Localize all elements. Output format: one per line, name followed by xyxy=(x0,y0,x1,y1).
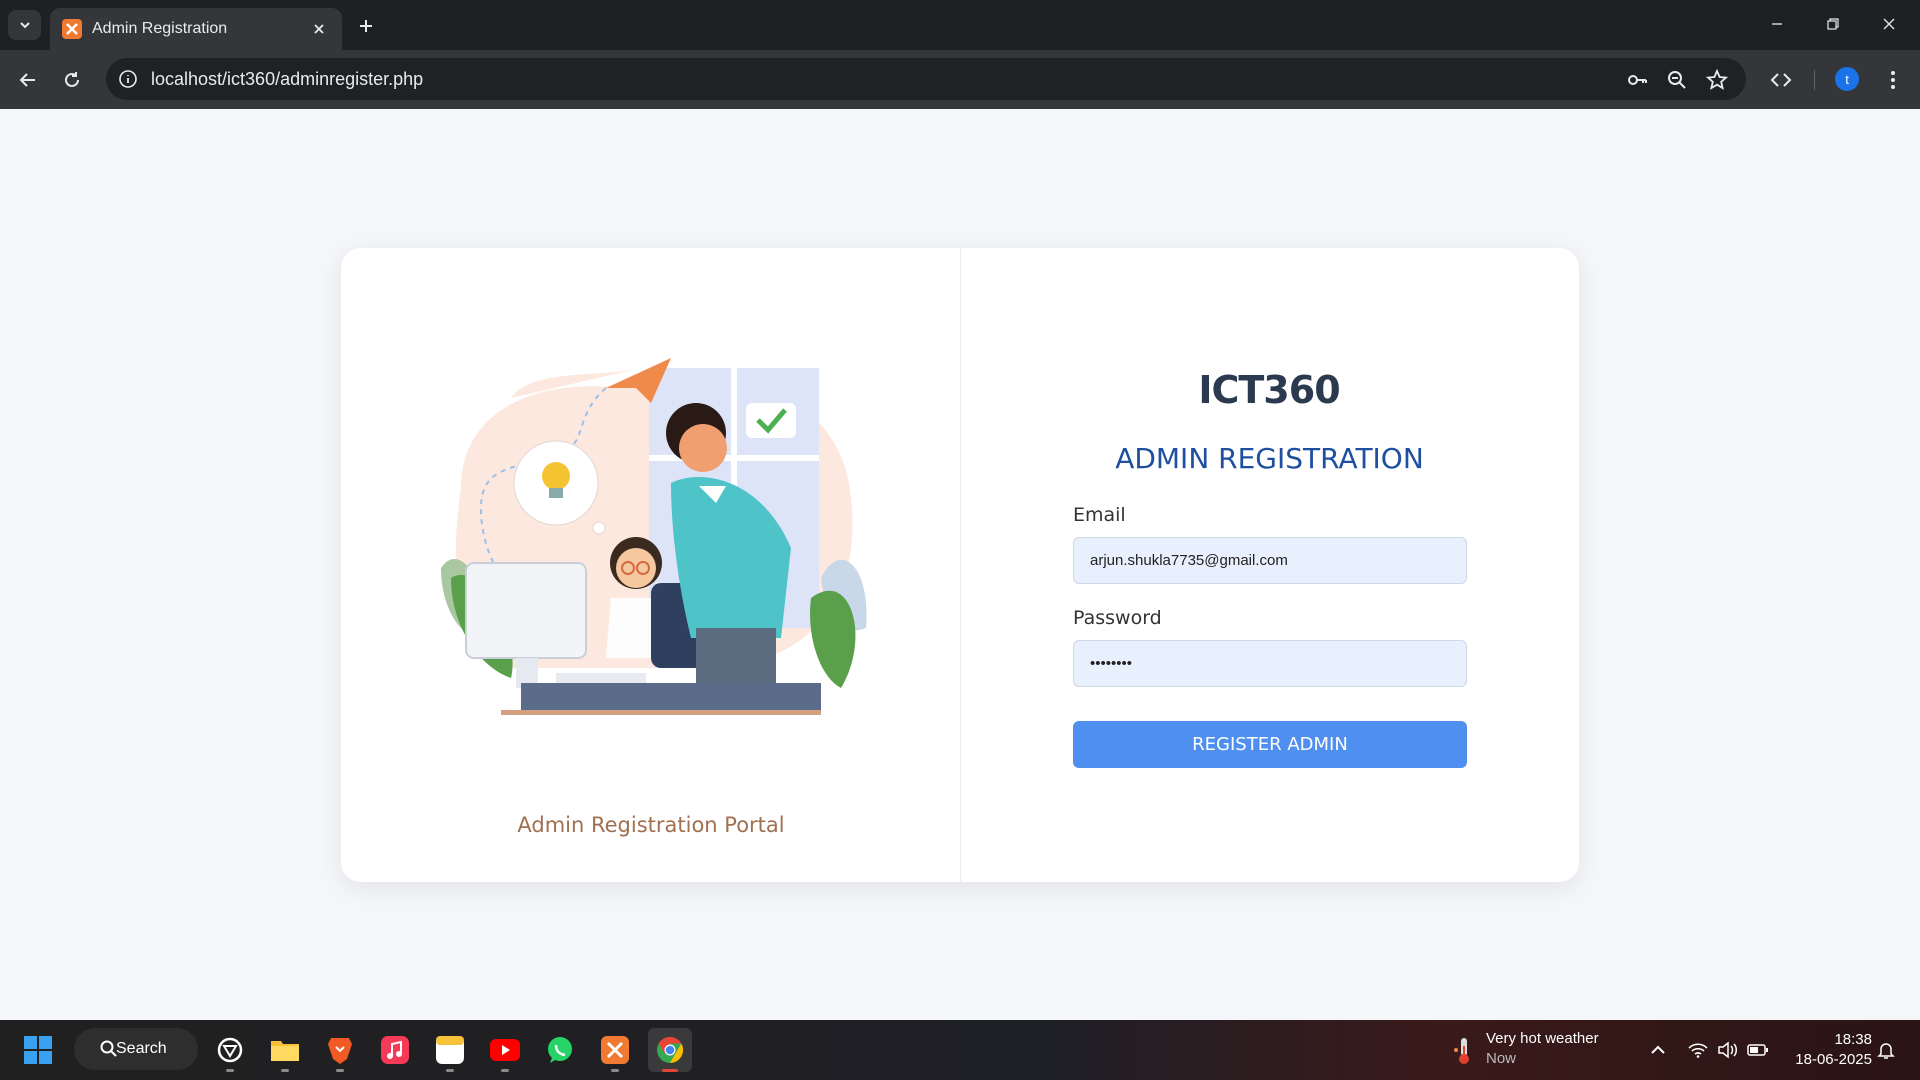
reload-icon xyxy=(65,72,79,87)
chevron-up-icon[interactable] xyxy=(1646,1038,1670,1062)
menu-kebab-icon[interactable] xyxy=(1878,65,1908,95)
chatgpt-app-icon[interactable] xyxy=(208,1028,252,1072)
browser-tab[interactable]: Admin Registration xyxy=(50,8,342,50)
password-key-icon[interactable] xyxy=(1624,67,1650,93)
close-icon xyxy=(1883,18,1895,30)
page-viewport: Admin Registration Portal ICT360 ADMIN R… xyxy=(0,109,1920,1020)
windows-start-icon[interactable] xyxy=(22,1034,54,1066)
brave-browser-icon[interactable] xyxy=(318,1028,362,1072)
xampp-favicon-icon xyxy=(62,19,82,39)
logo-text: ICT360 xyxy=(1198,368,1340,412)
dev-tools-icon[interactable] xyxy=(1766,65,1796,95)
email-label: Email xyxy=(1073,504,1126,526)
toolbar-divider xyxy=(1814,70,1815,90)
clock-time: 18:38 xyxy=(1834,1031,1872,1048)
password-label: Password xyxy=(1073,607,1162,629)
search-icon xyxy=(100,1040,117,1057)
windows-taskbar: Search Very hot weather Now 18:38 18-06-… xyxy=(0,1020,1920,1080)
chevron-down-icon xyxy=(19,22,30,29)
site-info-icon[interactable] xyxy=(116,67,140,91)
tab-search-button[interactable] xyxy=(8,10,41,40)
password-field[interactable] xyxy=(1073,640,1467,687)
back-button[interactable] xyxy=(10,62,46,98)
bookmark-star-icon[interactable] xyxy=(1704,67,1730,93)
close-window-button[interactable] xyxy=(1866,8,1912,40)
tab-title: Admin Registration xyxy=(92,20,228,37)
ict360-logo: ICT360 xyxy=(1193,368,1345,412)
plus-icon xyxy=(360,20,372,32)
weather-title: Very hot weather xyxy=(1486,1030,1599,1047)
new-tab-button[interactable] xyxy=(352,12,380,40)
music-app-icon[interactable] xyxy=(373,1028,417,1072)
file-explorer-icon[interactable] xyxy=(263,1028,307,1072)
teacher-student-illustration xyxy=(441,358,867,715)
whatsapp-app-icon[interactable] xyxy=(538,1028,582,1072)
browser-toolbar: localhost/ict360/adminregister.php t xyxy=(0,50,1920,109)
volume-icon[interactable] xyxy=(1716,1038,1740,1062)
clock-date: 18-06-2025 xyxy=(1795,1051,1872,1068)
portal-caption: Admin Registration Portal xyxy=(517,813,785,837)
taskbar-search[interactable]: Search xyxy=(74,1028,198,1070)
battery-icon[interactable] xyxy=(1746,1038,1770,1062)
weather-subtitle: Now xyxy=(1486,1050,1517,1067)
weather-widget[interactable]: Very hot weather Now xyxy=(1446,1030,1616,1072)
minimize-icon xyxy=(1772,23,1782,25)
close-tab-icon[interactable] xyxy=(308,18,330,40)
taskbar-clock[interactable]: 18:38 18-06-2025 xyxy=(1782,1030,1872,1070)
notes-app-icon[interactable] xyxy=(428,1028,472,1072)
browser-tabbar: Admin Registration xyxy=(0,0,1920,50)
email-field[interactable] xyxy=(1073,537,1467,584)
page-title: ADMIN REGISTRATION xyxy=(1115,442,1424,475)
wifi-icon[interactable] xyxy=(1686,1038,1710,1062)
url-text: localhost/ict360/adminregister.php xyxy=(151,69,424,89)
notification-bell-icon[interactable] xyxy=(1874,1038,1898,1062)
taskbar-search-label: Search xyxy=(116,1040,167,1057)
xampp-app-icon[interactable] xyxy=(593,1028,637,1072)
register-admin-button[interactable]: REGISTER ADMIN xyxy=(1073,721,1467,768)
reload-button[interactable] xyxy=(54,62,90,98)
zoom-icon[interactable] xyxy=(1664,67,1690,93)
chrome-app-icon[interactable] xyxy=(648,1028,692,1072)
back-arrow-icon xyxy=(19,73,35,87)
thermometer-icon xyxy=(1454,1038,1469,1064)
illustration-panel: Admin Registration Portal xyxy=(341,248,961,882)
profile-avatar[interactable]: t xyxy=(1835,67,1859,91)
restore-button[interactable] xyxy=(1810,8,1856,40)
restore-icon xyxy=(1827,18,1839,30)
address-bar[interactable]: localhost/ict360/adminregister.php xyxy=(106,58,1746,100)
minimize-button[interactable] xyxy=(1754,8,1800,40)
youtube-app-icon[interactable] xyxy=(483,1028,527,1072)
